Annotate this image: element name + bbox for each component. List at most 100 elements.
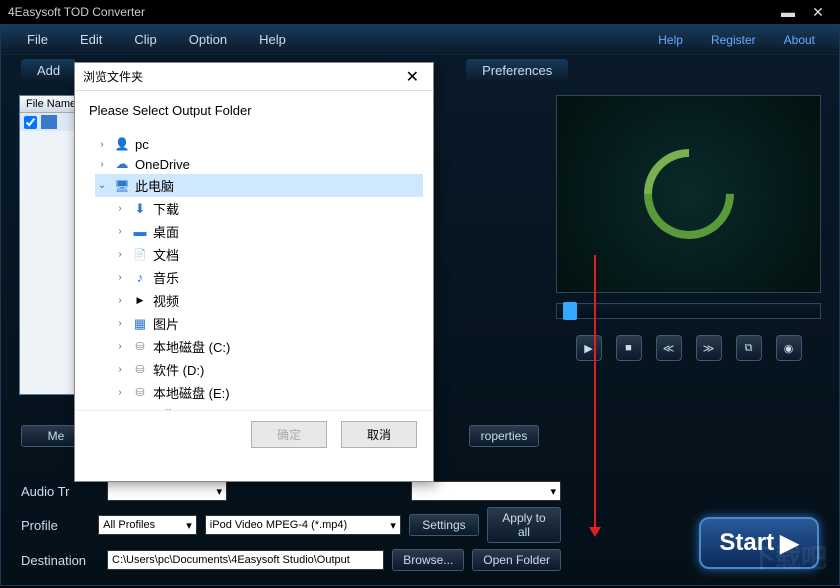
tree-node[interactable]: › 图片 — [95, 312, 423, 335]
link-register[interactable]: Register — [697, 33, 770, 47]
tree-node-label: OneDrive — [135, 157, 190, 172]
close-button[interactable]: ✕ — [804, 4, 832, 20]
tree-node[interactable]: › 音乐 — [95, 266, 423, 289]
prev-button[interactable]: ≪ — [656, 335, 682, 361]
disk-icon — [131, 339, 149, 355]
tree-node[interactable]: › 视频 — [95, 289, 423, 312]
expand-icon[interactable]: › — [95, 409, 109, 411]
disk-icon — [131, 362, 149, 378]
tree-node-label: MyEditor — [135, 407, 186, 411]
tab-preferences[interactable]: Preferences — [466, 59, 568, 82]
open-folder-button[interactable]: Open Folder — [472, 549, 561, 571]
browse-folder-dialog: 浏览文件夹 ✕ Please Select Output Folder ›pc›… — [74, 62, 434, 482]
expand-icon[interactable]: › — [95, 159, 109, 170]
expand-icon[interactable]: › — [113, 387, 127, 398]
tree-node[interactable]: › OneDrive — [95, 154, 423, 174]
label-destination: Destination — [21, 553, 99, 568]
tree-node-label: 本地磁盘 (E:) — [153, 383, 230, 402]
dialog-cancel-button[interactable]: 取消 — [341, 421, 417, 448]
file-icon — [41, 115, 57, 129]
dialog-ok-button[interactable]: 确定 — [251, 421, 327, 448]
properties-button[interactable]: roperties — [469, 425, 539, 447]
next-button[interactable]: ≫ — [696, 335, 722, 361]
titlebar: 4Easysoft TOD Converter ▬ ✕ — [0, 0, 840, 24]
stop-button[interactable]: ■ — [616, 335, 642, 361]
open-file-button[interactable]: ⧉ — [736, 335, 762, 361]
watermark: 下载吧 — [749, 538, 827, 575]
desk-icon — [131, 224, 149, 240]
app-title: 4Easysoft TOD Converter — [8, 5, 145, 19]
logo-icon — [625, 130, 752, 257]
label-audio-track: Audio Tr — [21, 484, 99, 499]
file-checkbox[interactable] — [24, 116, 37, 129]
snapshot-button[interactable]: ◉ — [776, 335, 802, 361]
tab-add[interactable]: Add — [21, 59, 76, 82]
profile-category-combo[interactable]: All Profiles▾ — [98, 515, 197, 535]
dialog-close-button[interactable]: ✕ — [400, 67, 425, 87]
dialog-title: 浏览文件夹 — [83, 68, 143, 85]
tree-node-label: 本地磁盘 (C:) — [153, 337, 230, 356]
tree-node[interactable]: › pc — [95, 134, 423, 154]
expand-icon[interactable]: › — [113, 272, 127, 283]
tree-node[interactable]: › 文档 — [95, 243, 423, 266]
expand-icon[interactable]: › — [113, 295, 127, 306]
play-button[interactable]: ▶ — [576, 335, 602, 361]
tree-node-label: 下载 — [153, 199, 179, 218]
folder-tree[interactable]: › pc › OneDrive ⌄ 此电脑 › 下载 › 桌面 › 文档 › 音乐 › 视频 › 图片 › 本地磁盘 … — [75, 130, 433, 410]
thispc-icon — [113, 178, 131, 194]
folder-icon — [113, 406, 131, 410]
tree-node[interactable]: › 软件 (D:) — [95, 358, 423, 381]
disk-icon — [131, 385, 149, 401]
audio-track-combo[interactable]: ▾ — [107, 481, 227, 501]
expand-icon[interactable]: › — [95, 139, 109, 150]
link-about[interactable]: About — [770, 33, 829, 47]
tree-node-label: 桌面 — [153, 222, 179, 241]
onedrive-icon — [113, 156, 131, 172]
video-icon — [131, 293, 149, 309]
expand-icon[interactable]: › — [113, 249, 127, 260]
expand-icon[interactable]: › — [113, 318, 127, 329]
menu-file[interactable]: File — [11, 32, 64, 47]
tree-node[interactable]: › 下载 — [95, 197, 423, 220]
tree-node-label: pc — [135, 137, 149, 152]
menu-clip[interactable]: Clip — [118, 32, 172, 47]
tree-node-label: 此电脑 — [135, 176, 174, 195]
expand-icon[interactable]: › — [113, 364, 127, 375]
expand-icon[interactable]: ⌄ — [95, 180, 109, 191]
pic-icon — [131, 316, 149, 332]
tree-node-label: 音乐 — [153, 268, 179, 287]
menu-edit[interactable]: Edit — [64, 32, 118, 47]
menu-option[interactable]: Option — [173, 32, 243, 47]
expand-icon[interactable]: › — [113, 203, 127, 214]
expand-icon[interactable]: › — [113, 341, 127, 352]
dialog-buttons: 确定 取消 — [75, 410, 433, 458]
settings-button[interactable]: Settings — [409, 514, 479, 536]
profile-format-combo[interactable]: iPod Video MPEG-4 (*.mp4)▾ — [205, 515, 401, 535]
bottom-controls: Audio Tr ▾ ▾ Profile All Profiles▾ iPod … — [21, 475, 561, 577]
tree-node-label: 图片 — [153, 314, 179, 333]
tree-node[interactable]: › 本地磁盘 (E:) — [95, 381, 423, 404]
annotation-arrow — [594, 255, 596, 535]
tree-node[interactable]: ⌄ 此电脑 — [95, 174, 423, 197]
minimize-button[interactable]: ▬ — [774, 4, 802, 20]
tree-node[interactable]: › 桌面 — [95, 220, 423, 243]
menubar: File Edit Clip Option Help Help Register… — [1, 25, 839, 55]
pc-icon — [113, 136, 131, 152]
browse-button[interactable]: Browse... — [392, 549, 464, 571]
tree-node-label: 视频 — [153, 291, 179, 310]
apply-to-all-button[interactable]: Apply to all — [487, 507, 561, 543]
dialog-titlebar[interactable]: 浏览文件夹 ✕ — [75, 63, 433, 91]
menu-help[interactable]: Help — [243, 32, 302, 47]
subtitle-combo[interactable]: ▾ — [411, 481, 561, 501]
slider-thumb[interactable] — [563, 302, 577, 320]
expand-icon[interactable]: › — [113, 226, 127, 237]
doc-icon — [131, 247, 149, 263]
music-icon — [131, 270, 149, 286]
link-help[interactable]: Help — [644, 33, 697, 47]
label-profile: Profile — [21, 518, 90, 533]
tree-node-label: 软件 (D:) — [153, 360, 204, 379]
down-icon — [131, 201, 149, 217]
tree-node[interactable]: › 本地磁盘 (C:) — [95, 335, 423, 358]
destination-input[interactable] — [107, 550, 384, 570]
tree-node-label: 文档 — [153, 245, 179, 264]
